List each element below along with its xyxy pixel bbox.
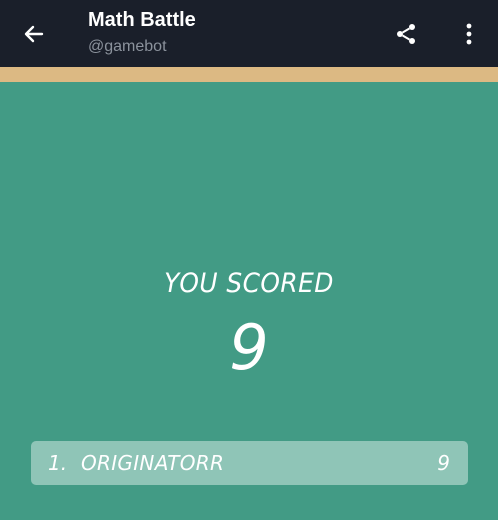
page-title: Math Battle [88, 9, 196, 31]
leaderboard-score: 9 [437, 451, 450, 475]
more-options-button[interactable] [452, 14, 486, 54]
chat-title-block: Math Battle @gamebot [88, 8, 196, 57]
top-app-bar: Math Battle @gamebot [0, 0, 498, 67]
arrow-left-icon [24, 25, 44, 43]
leaderboard-row: 1. ORIGINATORR 9 [31, 441, 468, 485]
leaderboard-player-name: ORIGINATORR [81, 451, 225, 475]
app-window: Math Battle @gamebot YOU SCORED 9 1. ORI… [0, 0, 498, 520]
share-button[interactable] [386, 14, 426, 54]
page-subtitle: @gamebot [88, 38, 167, 55]
score-value: 9 [229, 311, 269, 384]
score-label: YOU SCORED [164, 268, 334, 299]
share-icon [397, 24, 415, 44]
leaderboard-rank: 1. [48, 451, 68, 475]
more-vertical-icon [466, 23, 472, 45]
back-button[interactable] [14, 14, 54, 54]
accent-strip [0, 67, 498, 82]
